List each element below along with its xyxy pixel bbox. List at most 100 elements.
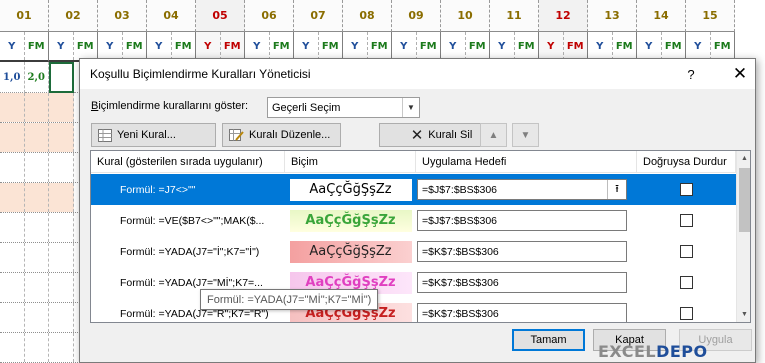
applies-to-field[interactable]: =$K$7:$BS$306 xyxy=(417,272,627,293)
applies-to-field[interactable]: =$K$7:$BS$306 xyxy=(417,303,627,322)
grid-row xyxy=(0,183,90,213)
rule-row[interactable]: Formül: =J7<>"" AaÇçĞğŞşZz =$J$7:$BS$306… xyxy=(91,174,736,205)
close-icon[interactable]: ✕ xyxy=(728,62,752,86)
y-label[interactable]: Y xyxy=(0,32,25,60)
y-label[interactable]: Y xyxy=(196,32,221,60)
rule-formula: Formül: =J7<>"" xyxy=(120,183,196,196)
day-column-header[interactable]: 13 xyxy=(588,0,637,32)
y-label[interactable]: Y xyxy=(588,32,613,60)
day-column-header[interactable]: 11 xyxy=(490,0,539,32)
grid-row xyxy=(0,93,90,123)
fm-label[interactable]: FM xyxy=(319,32,343,60)
delete-x-icon: ✕ xyxy=(410,127,424,144)
edit-rule-button[interactable]: Kuralı Düzenle... xyxy=(222,123,341,147)
rule-row[interactable]: Formül: =VE($B7<>"";MAK($... AaÇçĞğŞşZz … xyxy=(91,205,736,236)
applies-to-field[interactable]: =$K$7:$BS$306 xyxy=(417,241,627,262)
logo-part-1: EXCEL xyxy=(598,341,657,361)
logo-part-2: DEPO xyxy=(656,341,708,361)
fm-label[interactable]: FM xyxy=(417,32,441,60)
fm-label[interactable]: FM xyxy=(25,32,49,60)
column-header-stop-if-true: Doğruysa Durdur xyxy=(637,151,736,173)
cell-value-1[interactable]: 1,0 xyxy=(0,62,25,93)
y-fm-header-cell: Y FM xyxy=(0,32,49,62)
fm-label[interactable]: FM xyxy=(172,32,196,60)
y-label[interactable]: Y xyxy=(49,32,74,60)
fm-label[interactable]: FM xyxy=(466,32,490,60)
y-label[interactable]: Y xyxy=(343,32,368,60)
fm-label[interactable]: FM xyxy=(368,32,392,60)
y-label[interactable]: Y xyxy=(637,32,662,60)
fm-label[interactable]: FM xyxy=(270,32,294,60)
fm-label[interactable]: FM xyxy=(515,32,539,60)
dialog-titlebar[interactable]: Koşullu Biçimlendirme Kuralları Yönetici… xyxy=(80,59,755,89)
fm-label[interactable]: FM xyxy=(564,32,588,60)
rule-row[interactable]: Formül: =YADA(J7="İ";K7="İ") AaÇçĞğŞşZz … xyxy=(91,236,736,267)
fm-label[interactable]: FM xyxy=(123,32,147,60)
y-label[interactable]: Y xyxy=(539,32,564,60)
day-column-header[interactable]: 10 xyxy=(441,0,490,32)
rules-scrollbar[interactable]: ▲ ▼ xyxy=(736,151,750,322)
applies-to-value: =$K$7:$BS$306 xyxy=(422,276,499,289)
grid-row xyxy=(0,333,90,363)
format-preview: AaÇçĞğŞşZz xyxy=(289,240,412,263)
help-button[interactable]: ? xyxy=(680,63,702,85)
day-column-header[interactable]: 15 xyxy=(686,0,735,32)
day-column-header[interactable]: 07 xyxy=(294,0,343,32)
range-picker-icon[interactable]: ⭱ xyxy=(607,180,626,199)
rule-format-cell: AaÇçĞğŞşZz xyxy=(285,174,416,205)
day-column-header[interactable]: 03 xyxy=(98,0,147,32)
excel-depo-logo: EXCEL DEPO xyxy=(598,339,708,363)
stop-if-true-checkbox[interactable] xyxy=(680,276,693,289)
fm-label[interactable]: FM xyxy=(613,32,637,60)
cell-value-2[interactable]: 2,0 xyxy=(24,62,49,93)
selected-cell[interactable] xyxy=(49,62,74,93)
day-column-header[interactable]: 01 xyxy=(0,0,49,32)
grid-row xyxy=(0,123,90,153)
move-up-button[interactable]: ▲ xyxy=(480,123,507,147)
scroll-down-icon[interactable]: ▼ xyxy=(737,307,750,322)
rule-row[interactable]: Formül: =YADA(J7="R";K7="R") AaÇçĞğŞşZz … xyxy=(91,298,736,322)
y-label[interactable]: Y xyxy=(686,32,711,60)
new-rule-button[interactable]: Yeni Kural... xyxy=(91,123,216,147)
fm-label[interactable]: FM xyxy=(221,32,245,60)
triangle-down-icon: ▼ xyxy=(520,129,531,141)
rule-stop-cell xyxy=(637,298,736,322)
move-down-button[interactable]: ▼ xyxy=(512,123,539,147)
chevron-down-icon[interactable]: ▼ xyxy=(402,98,419,117)
grid-row xyxy=(0,153,90,183)
y-label[interactable]: Y xyxy=(98,32,123,60)
rule-formula: Formül: =YADA(J7="İ";K7="İ") xyxy=(120,245,260,258)
y-label[interactable]: Y xyxy=(441,32,466,60)
scroll-up-icon[interactable]: ▲ xyxy=(737,151,750,166)
rules-table: Kural (gösterilen sırada uygulanır) Biçi… xyxy=(90,150,751,323)
day-column-header[interactable]: 14 xyxy=(637,0,686,32)
y-label[interactable]: Y xyxy=(147,32,172,60)
delete-rule-label: Kuralı Sil xyxy=(428,129,473,141)
y-label[interactable]: Y xyxy=(294,32,319,60)
stop-if-true-checkbox[interactable] xyxy=(680,214,693,227)
ok-button[interactable]: Tamam xyxy=(512,329,585,351)
show-rules-dropdown[interactable]: Geçerli Seçim ▼ xyxy=(267,97,420,118)
rule-row[interactable]: Formül: =YADA(J7="Mİ";K7=... AaÇçĞğŞşZz … xyxy=(91,267,736,298)
y-label[interactable]: Y xyxy=(392,32,417,60)
stop-if-true-checkbox[interactable] xyxy=(680,183,693,196)
y-label[interactable]: Y xyxy=(490,32,515,60)
day-header-row: 01 02 03 04 05 06 07 08 09 10 11 12 13 14 15 xyxy=(0,0,735,32)
day-column-header[interactable]: 09 xyxy=(392,0,441,32)
day-column-header[interactable]: 06 xyxy=(245,0,294,32)
scrollbar-thumb[interactable] xyxy=(739,168,750,232)
applies-to-field[interactable]: =$J$7:$BS$306 xyxy=(417,210,627,231)
fm-label[interactable]: FM xyxy=(711,32,735,60)
fm-label[interactable]: FM xyxy=(662,32,686,60)
stop-if-true-checkbox[interactable] xyxy=(680,245,693,258)
y-label[interactable]: Y xyxy=(245,32,270,60)
day-column-header[interactable]: 05 xyxy=(196,0,245,32)
rules-table-header: Kural (gösterilen sırada uygulanır) Biçi… xyxy=(91,151,736,173)
applies-to-field[interactable]: =$J$7:$BS$306 ⭱ xyxy=(417,179,627,200)
fm-label[interactable]: FM xyxy=(74,32,98,60)
day-column-header[interactable]: 08 xyxy=(343,0,392,32)
day-column-header[interactable]: 02 xyxy=(49,0,98,32)
day-column-header[interactable]: 12 xyxy=(539,0,588,32)
day-column-header[interactable]: 04 xyxy=(147,0,196,32)
stop-if-true-checkbox[interactable] xyxy=(680,307,693,320)
